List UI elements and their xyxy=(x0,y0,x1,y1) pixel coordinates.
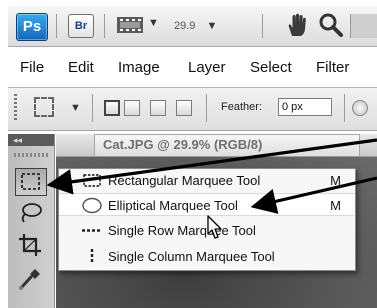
rotate-view-button[interactable] xyxy=(350,14,377,38)
flyout-item-label: Rectangular Marquee Tool xyxy=(108,173,261,188)
rectangular-marquee-tool-icon xyxy=(21,173,40,190)
film-strip-icon[interactable] xyxy=(116,15,144,35)
options-separator xyxy=(344,94,345,122)
menu-layer[interactable]: Layer xyxy=(188,58,226,78)
bridge-launch-button[interactable]: Br xyxy=(68,14,94,38)
flyout-item-single-column-marquee[interactable]: Single Column Marquee Tool xyxy=(59,245,355,268)
flyout-shortcut-key: M xyxy=(330,198,341,213)
feather-input[interactable] xyxy=(278,98,332,116)
menu-file[interactable]: File xyxy=(20,58,44,78)
hand-icon[interactable] xyxy=(284,12,310,38)
options-separator xyxy=(206,94,207,122)
flyout-item-label: Elliptical Marquee Tool xyxy=(108,198,238,213)
zoom-dropdown-chevron-icon[interactable]: ▼ xyxy=(206,20,217,32)
zoom-magnifier-icon[interactable] xyxy=(318,12,344,38)
flyout-item-label: Single Row Marquee Tool xyxy=(108,223,256,238)
single-column-marquee-icon xyxy=(90,249,94,264)
lasso-tool-button[interactable] xyxy=(15,200,47,228)
single-row-marquee-icon xyxy=(82,229,102,232)
options-grip[interactable] xyxy=(14,94,17,122)
flyout-item-elliptical-marquee[interactable]: Elliptical Marquee Tool M xyxy=(59,193,355,216)
zoom-level-value: 29.9 xyxy=(174,20,196,32)
intersect-selection-button[interactable] xyxy=(176,100,192,116)
tools-panel-grip[interactable] xyxy=(14,153,48,157)
tool-preset-chevron-icon[interactable]: ▼ xyxy=(70,102,81,114)
menu-image[interactable]: Image xyxy=(118,58,160,78)
flyout-shortcut-key: M xyxy=(330,173,341,188)
tool-preset-marquee-icon[interactable] xyxy=(34,97,54,117)
rectangle-marquee-icon xyxy=(83,174,101,187)
menu-select[interactable]: Select xyxy=(250,58,292,78)
new-selection-button[interactable] xyxy=(104,100,120,116)
eyedropper-tool-icon xyxy=(19,269,40,290)
pointer-cursor-icon xyxy=(207,215,222,239)
appbar-separator xyxy=(104,14,105,38)
collapse-panel-icon[interactable]: ◂◂ xyxy=(13,134,22,146)
anti-alias-checkbox[interactable] xyxy=(352,100,368,116)
options-separator xyxy=(92,94,93,122)
photoshop-logo: Ps xyxy=(16,13,48,41)
zoom-level-field[interactable]: 29.9 ▼ xyxy=(174,17,224,35)
subtract-from-selection-button[interactable] xyxy=(150,100,166,116)
ellipse-marquee-icon xyxy=(82,197,102,214)
flyout-item-rectangular-marquee[interactable]: Rectangular Marquee Tool M xyxy=(59,169,355,192)
document-tab-title[interactable]: Cat.JPG @ 29.9% (RGB/8) xyxy=(94,134,360,156)
eyedropper-tool-button[interactable] xyxy=(15,266,47,294)
film-dropdown-chevron-icon[interactable]: ▼ xyxy=(148,17,159,29)
menu-edit[interactable]: Edit xyxy=(68,58,94,78)
add-to-selection-button[interactable] xyxy=(124,100,140,116)
crop-tool-icon xyxy=(19,234,41,256)
appbar-separator xyxy=(56,14,57,38)
lasso-tool-icon xyxy=(21,203,42,223)
appbar-separator xyxy=(262,14,263,38)
rectangular-marquee-tool-button[interactable] xyxy=(15,168,47,196)
menu-filter[interactable]: Filter xyxy=(316,58,349,78)
feather-label: Feather: xyxy=(221,101,262,113)
flyout-item-label: Single Column Marquee Tool xyxy=(108,249,275,264)
crop-tool-button[interactable] xyxy=(15,232,47,260)
